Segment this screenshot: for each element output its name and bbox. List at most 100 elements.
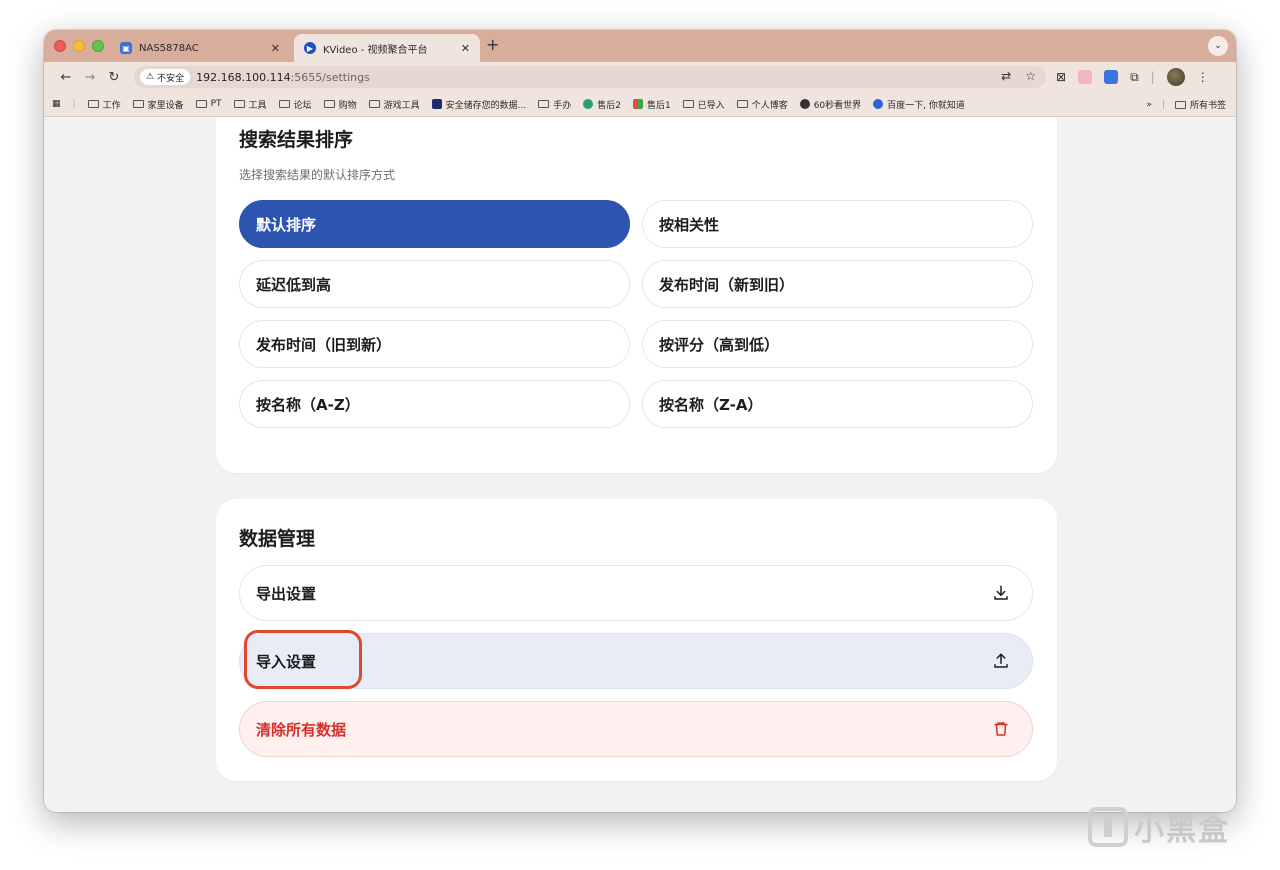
tab-search-chevron-icon[interactable]: ⌄ (1208, 36, 1228, 56)
sort-option-relevance[interactable]: 按相关性 (642, 200, 1033, 248)
window-controls (54, 40, 104, 52)
sort-option-date-old[interactable]: 发布时间（旧到新） (239, 320, 630, 368)
bookmark-item[interactable]: 60秒看世界 (799, 98, 862, 111)
sort-option-rating[interactable]: 按评分（高到低） (642, 320, 1033, 368)
profile-avatar[interactable] (1166, 68, 1185, 86)
export-settings-label: 导出设置 (256, 584, 317, 603)
browser-window: ▣ NAS5878AC ✕ ▶ KVideo - 视频聚合平台 ✕ + ⌄ ← … (44, 30, 1236, 812)
sort-section-subtitle: 选择搜索结果的默认排序方式 (239, 168, 396, 182)
back-arrow-icon[interactable]: ← (54, 70, 78, 85)
bookmark-item[interactable]: 论坛 (278, 98, 312, 111)
site-icon (799, 99, 810, 109)
bookmark-item[interactable]: 工作 (87, 98, 121, 111)
maximize-window-button[interactable] (92, 40, 104, 52)
bookmark-item[interactable]: 个人博客 (736, 98, 788, 111)
page-content: 搜索结果排序 选择搜索结果的默认排序方式 默认排序 按相关性 延迟低到高 发布时… (44, 117, 1236, 812)
kvideo-favicon-icon: ▶ (304, 42, 316, 54)
site-icon (632, 99, 643, 109)
security-indicator[interactable]: ⚠ 不安全 (140, 69, 191, 85)
bookmark-star-icon[interactable]: ☆ (1025, 69, 1036, 83)
bookmark-item[interactable]: 售后2 (583, 98, 621, 111)
download-icon (992, 584, 1010, 602)
bookmark-label: 所有书签 (1189, 101, 1226, 111)
clear-all-data-label: 清除所有数据 (256, 720, 347, 739)
sort-option-name-za[interactable]: 按名称（Z-A） (642, 380, 1033, 428)
sort-option-name-az[interactable]: 按名称（A-Z） (239, 380, 630, 428)
bookmark-label: 购物 (338, 100, 357, 111)
bookmark-label: PT (210, 99, 222, 109)
sort-option-date-new[interactable]: 发布时间（新到旧） (642, 260, 1033, 308)
watermark-text: 小黑盒 (1134, 813, 1230, 848)
folder-icon (195, 100, 207, 108)
tab-close-icon[interactable]: ✕ (271, 42, 280, 55)
more-menu-icon[interactable]: ⋮ (1197, 70, 1209, 84)
bookmark-item[interactable]: 工具 (233, 98, 267, 111)
sort-settings-card: 搜索结果排序 选择搜索结果的默认排序方式 默认排序 按相关性 延迟低到高 发布时… (216, 117, 1057, 473)
folder-icon (278, 100, 290, 108)
tab-close-icon[interactable]: ✕ (461, 42, 470, 55)
clear-all-data-button[interactable]: 清除所有数据 (239, 701, 1033, 757)
export-settings-button[interactable]: 导出设置 (239, 565, 1033, 621)
more-bookmarks-chevron-icon[interactable]: » (1146, 100, 1152, 110)
extension-x-icon[interactable]: ⊠ (1056, 70, 1066, 84)
browser-toolbar: ← → ↻ ⚠ 不安全 192.168.100.114:5655/setting… (44, 62, 1236, 92)
bookmark-label: 工具 (248, 100, 267, 111)
toolbar-divider: | (1150, 70, 1155, 84)
sort-section-title: 搜索结果排序 (239, 129, 354, 151)
site-icon (583, 99, 594, 109)
apps-grid-icon[interactable]: ▦ (52, 99, 61, 109)
upload-icon (992, 652, 1010, 670)
bookmark-item[interactable]: 百度一下, 你就知道 (873, 98, 965, 111)
bookmark-item[interactable]: 家里设备 (132, 98, 184, 111)
new-tab-button[interactable]: + (486, 35, 499, 54)
site-icon (431, 99, 442, 109)
folder-icon (233, 100, 245, 108)
bookmark-item[interactable]: 购物 (323, 98, 357, 111)
import-settings-button[interactable]: 导入设置 (239, 633, 1033, 689)
security-label: 不安全 (157, 73, 185, 84)
sort-option-default[interactable]: 默认排序 (239, 200, 630, 248)
folder-icon (323, 100, 335, 108)
bookmark-item[interactable]: 售后1 (632, 98, 671, 111)
bookmark-label: 家里设备 (147, 100, 184, 111)
tab-strip: ▣ NAS5878AC ✕ ▶ KVideo - 视频聚合平台 ✕ + ⌄ (44, 30, 1236, 62)
extension-blue-icon[interactable] (1104, 70, 1119, 84)
tab-title: KVideo - 视频聚合平台 (323, 44, 428, 56)
trash-icon (992, 720, 1010, 738)
bookmark-label: 游戏工具 (383, 100, 420, 111)
folder-icon (736, 100, 748, 108)
minimize-window-button[interactable] (73, 40, 85, 52)
bookmark-item[interactable]: 安全储存您的数据... (431, 98, 526, 111)
folder-icon (538, 100, 550, 108)
bookmark-item[interactable]: 已导入 (682, 98, 725, 111)
baidu-paw-icon (873, 99, 884, 109)
tab-nas[interactable]: ▣ NAS5878AC ✕ (110, 34, 290, 62)
forward-arrow-icon[interactable]: → (78, 70, 102, 85)
sort-option-latency[interactable]: 延迟低到高 (239, 260, 630, 308)
bookmark-label: 已导入 (697, 100, 725, 111)
tab-kvideo[interactable]: ▶ KVideo - 视频聚合平台 ✕ (294, 34, 480, 62)
bookmark-label: 工作 (102, 100, 121, 111)
close-window-button[interactable] (54, 40, 66, 52)
translate-icon[interactable]: ⇄ (1001, 69, 1011, 83)
bookmark-label: 60秒看世界 (813, 100, 862, 111)
extensions-puzzle-icon[interactable]: ⧉ (1130, 70, 1139, 85)
tab-title: NAS5878AC (139, 42, 199, 54)
extension-pink-icon[interactable] (1078, 70, 1093, 84)
bookmark-item[interactable]: 手办 (538, 98, 571, 111)
bookmark-label: 手办 (553, 100, 572, 111)
bookmark-item[interactable]: PT (195, 99, 222, 109)
warning-triangle-icon: ⚠ (146, 72, 155, 82)
import-settings-label: 导入设置 (256, 652, 317, 671)
reload-icon[interactable]: ↻ (102, 70, 126, 85)
bookmark-label: 论坛 (293, 100, 312, 111)
bookmark-label: 售后2 (597, 100, 621, 111)
extensions-bar: ⊠ ⧉ | ⋮ (1056, 68, 1209, 86)
bookmark-label: 百度一下, 你就知道 (887, 100, 965, 111)
bookmark-item[interactable]: 游戏工具 (368, 98, 420, 111)
all-bookmarks-button[interactable]: 所有书签 (1174, 98, 1226, 111)
url-host: 192.168.100.114 (196, 70, 291, 84)
folder-icon (682, 100, 694, 108)
address-bar[interactable]: ⚠ 不安全 192.168.100.114:5655/settings ⇄ ☆ (134, 66, 1046, 88)
data-management-card: 数据管理 导出设置 导入设置 清除所有数据 (216, 499, 1057, 781)
